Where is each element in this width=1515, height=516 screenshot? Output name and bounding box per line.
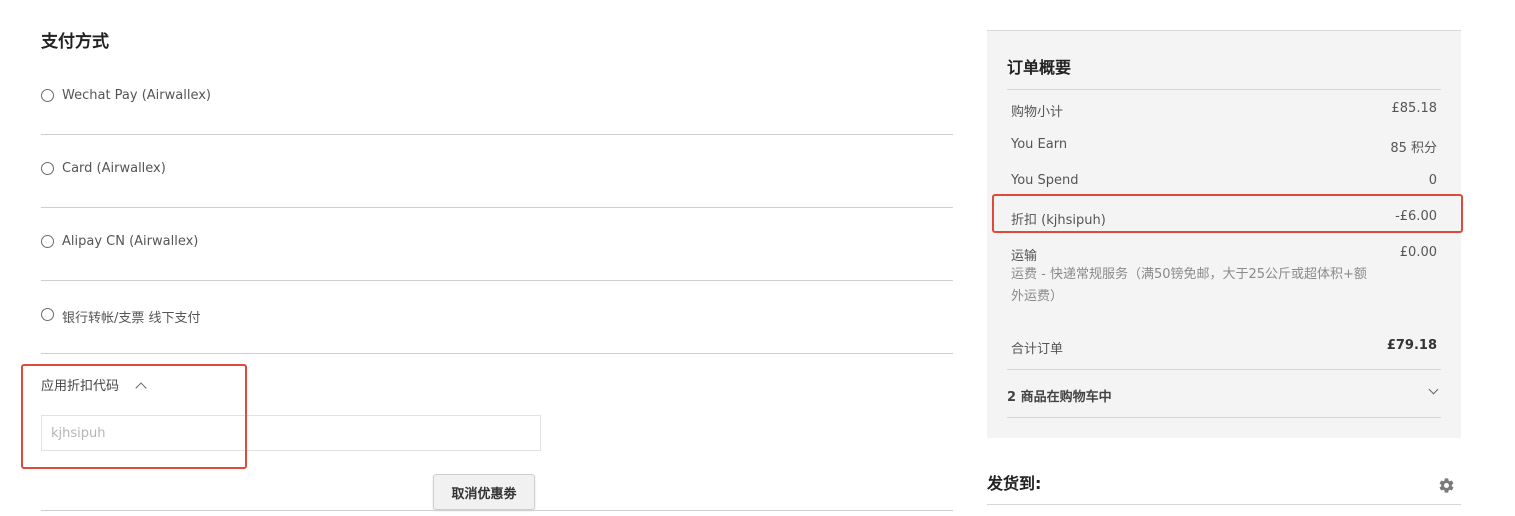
payment-option-bank-transfer[interactable]: 银行转帐/支票 线下支付 — [41, 281, 953, 354]
radio-bank-transfer[interactable] — [41, 308, 54, 321]
cart-items-label: 2 商品在购物车中 — [1007, 390, 1112, 405]
payment-title: 支付方式 — [41, 32, 109, 52]
cancel-coupon-button[interactable]: 取消优惠劵 — [433, 474, 535, 510]
subtotal-value: £85.18 — [1391, 101, 1438, 116]
order-summary-panel: 订单概要 购物小计 £85.18 You Earn 85 积分 You Spen… — [987, 30, 1461, 438]
divider — [41, 510, 953, 511]
radio-alipay[interactable] — [41, 235, 54, 248]
divider — [1007, 417, 1441, 418]
chevron-up-icon — [135, 382, 147, 394]
discount-label: 折扣 (kjhsipuh) — [1011, 213, 1106, 228]
payment-option-label: Card (Airwallex) — [62, 161, 166, 176]
cart-items-toggle[interactable]: 2 商品在购物车中 — [1007, 384, 1441, 405]
radio-card[interactable] — [41, 162, 54, 175]
payment-option-wechat[interactable]: Wechat Pay (Airwallex) — [41, 62, 953, 135]
payment-option-alipay[interactable]: Alipay CN (Airwallex) — [41, 208, 953, 281]
payment-option-label: 银行转帐/支票 线下支付 — [62, 311, 201, 326]
apply-discount-toggle[interactable]: 应用折扣代码 — [41, 375, 147, 394]
discount-value: -£6.00 — [1395, 209, 1437, 224]
you-spend-value: 0 — [1428, 173, 1437, 188]
order-total-value: £79.18 — [1386, 338, 1437, 353]
divider — [1007, 369, 1441, 370]
chevron-down-icon — [1428, 384, 1439, 395]
you-earn-value: 85 积分 — [1390, 141, 1437, 156]
payment-option-label: Wechat Pay (Airwallex) — [62, 88, 211, 103]
divider — [1007, 89, 1441, 90]
discount-code-input[interactable] — [41, 415, 541, 451]
shipping-method-description: 运费 - 快递常规服务（满50镑免邮，大于25公斤或超体积+额外运费） — [1011, 267, 1367, 304]
gear-icon[interactable] — [1438, 477, 1455, 494]
payment-option-card[interactable]: Card (Airwallex) — [41, 135, 953, 208]
subtotal-label: 购物小计 — [1011, 105, 1064, 120]
apply-discount-label: 应用折扣代码 — [41, 379, 120, 394]
shipping-label: 运输 — [1011, 249, 1038, 264]
shipping-value: £0.00 — [1399, 245, 1437, 260]
order-summary-title: 订单概要 — [1007, 58, 1072, 77]
ship-to-title: 发货到: — [987, 474, 1042, 493]
order-total-label: 合计订单 — [1011, 342, 1064, 357]
payment-option-label: Alipay CN (Airwallex) — [62, 234, 199, 249]
you-earn-label: You Earn — [1011, 137, 1068, 152]
divider — [987, 504, 1461, 505]
you-spend-label: You Spend — [1011, 173, 1079, 188]
radio-wechat-pay[interactable] — [41, 89, 54, 102]
